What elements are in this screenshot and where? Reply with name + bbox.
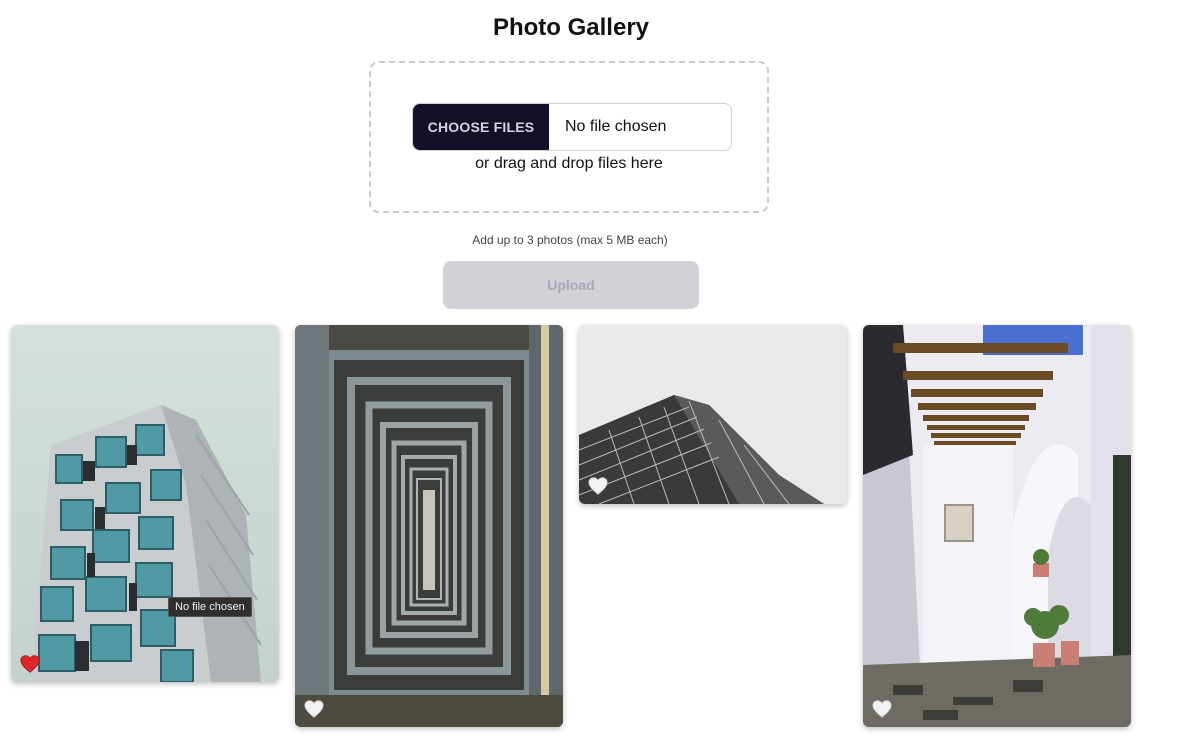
photo-gallery-page: Photo Gallery CHOOSE FILES No file chose… [0,0,1182,752]
upload-limit-note: Add up to 3 photos (max 5 MB each) [472,233,668,247]
file-status-text: No file chosen [565,118,667,135]
heart-icon[interactable] [20,654,40,674]
heart-icon[interactable] [588,476,608,496]
heart-icon[interactable] [304,699,324,719]
photo-image [11,325,279,682]
photo-image [863,325,1131,727]
file-input[interactable]: CHOOSE FILES No file chosen [412,103,732,151]
drop-hint-text: or drag and drop files here [475,155,663,172]
upload-button[interactable]: Upload [443,261,699,309]
photo-card[interactable] [579,325,847,504]
drop-zone[interactable]: CHOOSE FILES No file chosen or drag and … [369,61,769,213]
choose-files-button[interactable]: CHOOSE FILES [413,104,549,150]
photo-card[interactable] [11,325,279,682]
photo-image [579,325,847,504]
file-tooltip: No file chosen [168,597,252,617]
photo-card[interactable] [295,325,563,727]
photo-image [295,325,563,727]
page-title: Photo Gallery [492,14,650,41]
heart-icon[interactable] [872,699,892,719]
photo-card[interactable] [863,325,1131,727]
